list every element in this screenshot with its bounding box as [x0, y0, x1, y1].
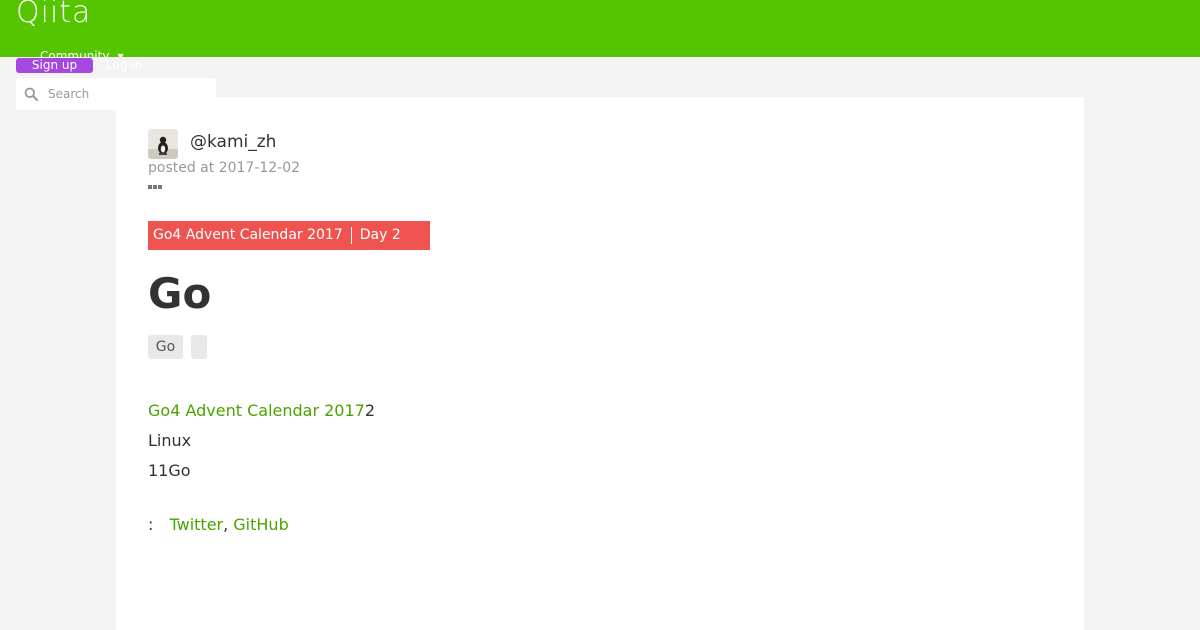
more-icon[interactable]: [148, 184, 164, 190]
body-line-4: : Twitter, GitHub: [148, 515, 289, 535]
body-line-4-prefix: :: [148, 515, 154, 534]
twitter-link[interactable]: Twitter: [169, 515, 223, 534]
avatar[interactable]: [148, 129, 178, 159]
global-header: Qiita: [0, 0, 1200, 57]
body-line-2: Linux: [148, 431, 192, 450]
body-line-1-rest: 2: [364, 401, 376, 420]
body-line-3: 11Go: [148, 461, 191, 480]
calendar-name: Go4 Advent Calendar 2017: [153, 227, 343, 243]
calendar-day: Day 2: [359, 227, 401, 243]
github-link[interactable]: GitHub: [233, 515, 288, 534]
body-line-1: Go4 Advent Calendar 20172: [148, 401, 375, 421]
tag-empty[interactable]: [191, 335, 207, 359]
search-icon: [24, 87, 38, 101]
article-title: Go: [148, 269, 212, 318]
link-separator: ,: [223, 515, 234, 534]
calendar-divider: [350, 227, 352, 244]
posted-date: posted at 2017-12-02: [148, 160, 301, 176]
qiita-logo[interactable]: Qiita: [16, 0, 91, 30]
login-link[interactable]: Log in: [106, 58, 142, 73]
signup-button[interactable]: Sign up: [16, 58, 93, 73]
advent-calendar-link[interactable]: Go4 Advent Calendar 2017: [148, 401, 365, 420]
tag-go[interactable]: Go: [148, 335, 183, 359]
author-name[interactable]: @kami_zh: [190, 131, 276, 153]
advent-calendar-banner[interactable]: Go4 Advent Calendar 2017 Day 2: [148, 221, 430, 250]
